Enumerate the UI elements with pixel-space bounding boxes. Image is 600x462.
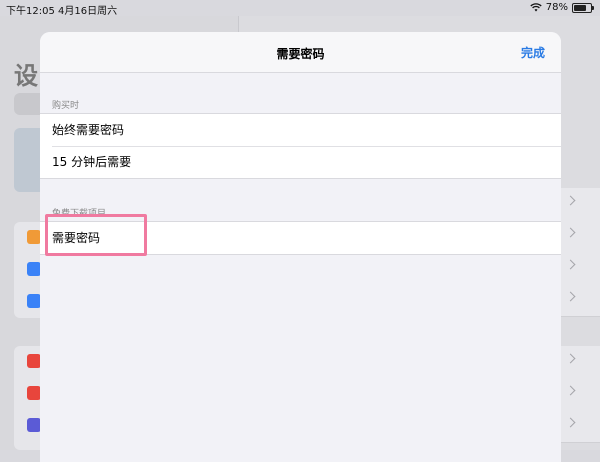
section-header-free-downloads: 免费下载项目 xyxy=(52,209,107,219)
status-bar: 下午12:05 4月16日周六 78% xyxy=(0,0,600,17)
chevron-right-icon xyxy=(565,385,576,396)
done-button[interactable]: 完成 xyxy=(521,44,545,61)
battery-percent: 78% xyxy=(545,2,568,13)
detail-row xyxy=(560,284,600,317)
focus-icon xyxy=(27,418,41,432)
chevron-right-icon xyxy=(565,353,576,364)
free-downloads-group: 需要密码 xyxy=(40,221,561,255)
chevron-right-icon xyxy=(565,195,576,206)
purchases-group: 始终需要密码 15 分钟后需要 xyxy=(40,113,561,179)
battery-fill xyxy=(574,4,587,11)
detail-row xyxy=(560,410,600,443)
chevron-right-icon xyxy=(565,417,576,428)
chevron-right-icon xyxy=(565,227,576,238)
status-left: 下午12:05 4月16日周六 xyxy=(6,2,117,17)
option-after-15-minutes[interactable]: 15 分钟后需要 xyxy=(40,146,561,178)
settings-title: 设 xyxy=(14,62,38,90)
chevron-right-icon xyxy=(565,259,576,270)
detail-row xyxy=(560,378,600,411)
apple-id-card xyxy=(14,128,40,192)
detail-row xyxy=(560,346,600,379)
option-always-require[interactable]: 始终需要密码 xyxy=(40,114,561,146)
sounds-icon xyxy=(27,386,41,400)
section-header-purchases: 购买时 xyxy=(52,101,80,111)
password-settings-sheet: 需要密码 完成 购买时 始终需要密码 15 分钟后需要 免费下载项目 需要密码 xyxy=(40,32,561,462)
wifi-settings-icon xyxy=(27,262,41,276)
sheet-header: 需要密码 完成 xyxy=(40,32,561,73)
wifi-icon xyxy=(530,3,542,12)
option-require-password-free[interactable]: 需要密码 xyxy=(40,222,561,254)
battery-icon xyxy=(572,2,594,13)
notifications-icon xyxy=(27,354,41,368)
airplane-mode-icon xyxy=(27,230,41,244)
chevron-right-icon xyxy=(565,291,576,302)
detail-row xyxy=(560,188,600,221)
detail-row xyxy=(560,220,600,253)
sheet-title: 需要密码 xyxy=(276,47,325,61)
detail-row xyxy=(560,252,600,285)
status-right: 78% xyxy=(530,2,594,13)
bluetooth-icon xyxy=(27,294,41,308)
